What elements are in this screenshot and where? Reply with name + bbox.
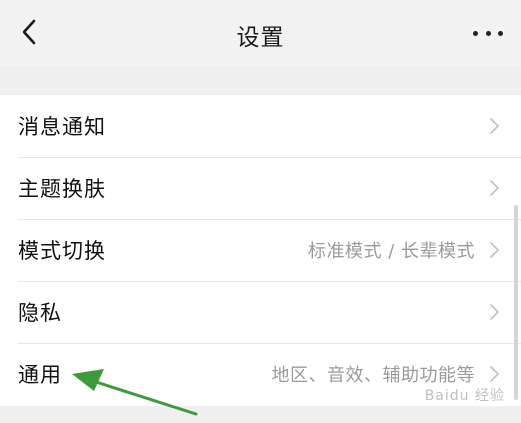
chevron-right-icon <box>490 366 499 382</box>
settings-item-label: 模式切换 <box>18 239 106 263</box>
settings-item-label: 隐私 <box>18 301 62 325</box>
settings-item-value: 地区、音效、辅助功能等 <box>271 365 475 386</box>
chevron-right-icon <box>490 242 499 258</box>
chevron-right-icon <box>490 304 499 320</box>
watermark: Baidu 经验 <box>424 388 505 404</box>
more-button[interactable] <box>473 24 503 42</box>
settings-item-label: 消息通知 <box>18 115 106 139</box>
chevron-right-icon <box>490 118 499 134</box>
settings-item-notifications[interactable]: 消息通知 <box>0 95 521 157</box>
chevron-right-icon <box>490 180 499 196</box>
scrollbar[interactable] <box>514 205 518 400</box>
header-bar: 设置 <box>0 0 521 66</box>
settings-item-theme[interactable]: 主题换肤 <box>0 157 521 219</box>
settings-item-mode-switch[interactable]: 模式切换 标准模式 / 长辈模式 <box>0 219 521 281</box>
settings-list: 消息通知 主题换肤 模式切换 标准模式 / 长辈模式 隐私 通用 地区、音效、辅… <box>0 95 521 406</box>
more-dots-icon <box>473 30 478 36</box>
settings-item-privacy[interactable]: 隐私 <box>0 281 521 343</box>
settings-item-label: 通用 <box>18 363 62 387</box>
settings-item-label: 主题换肤 <box>18 177 106 201</box>
page-title: 设置 <box>236 25 285 51</box>
settings-item-value: 标准模式 / 长辈模式 <box>307 241 475 262</box>
